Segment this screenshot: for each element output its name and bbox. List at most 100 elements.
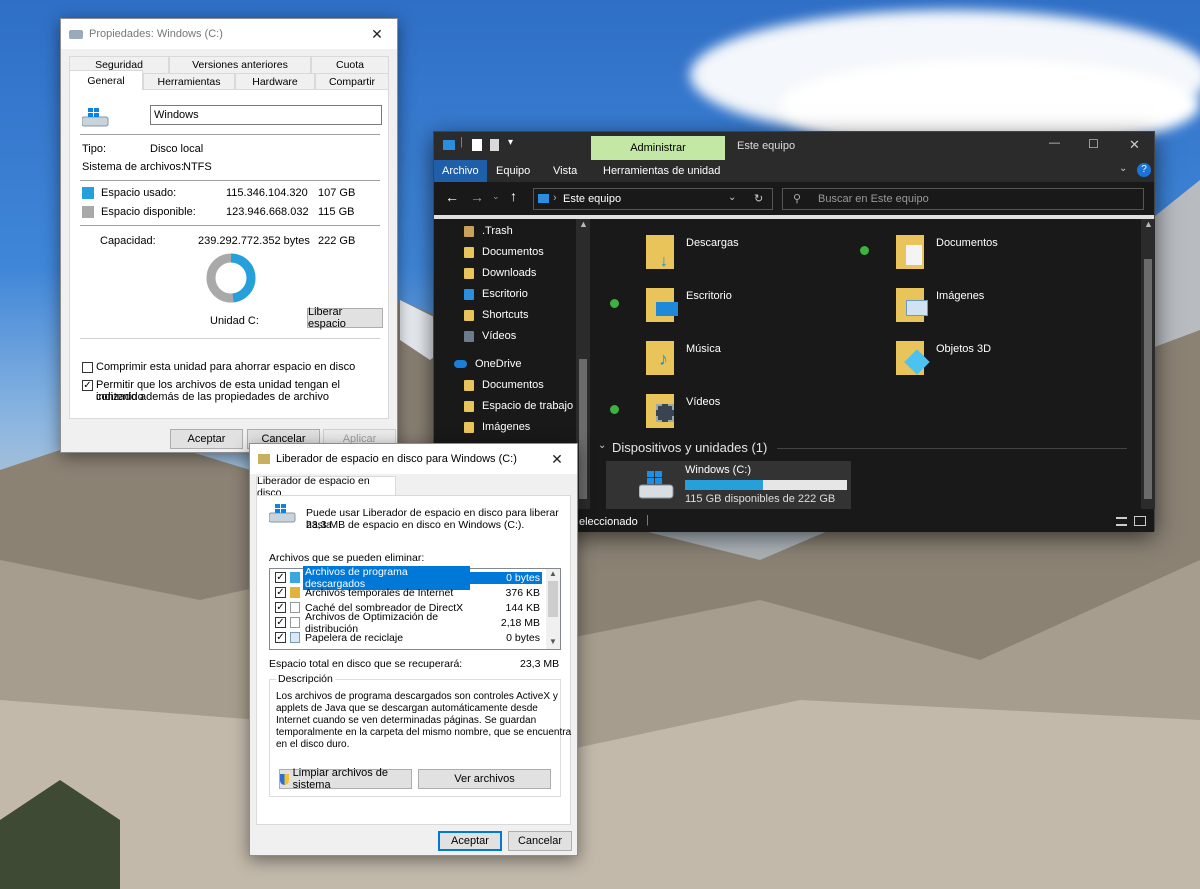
file-checkbox[interactable]: ✓ bbox=[275, 572, 286, 583]
ok-button[interactable]: Aceptar bbox=[438, 831, 502, 851]
new-folder-icon[interactable] bbox=[490, 139, 499, 151]
content-scroll-thumb[interactable] bbox=[1144, 259, 1152, 499]
folder-label-imagenes[interactable]: Imágenes bbox=[936, 290, 984, 302]
nav-item-onedrive-documentos[interactable]: Documentos bbox=[464, 375, 544, 395]
compress-checkbox[interactable] bbox=[82, 362, 93, 373]
folder-musica[interactable]: ♪ bbox=[646, 341, 678, 377]
address-dropdown-icon[interactable]: ⌄ bbox=[728, 192, 736, 203]
nav-item-onedrive[interactable]: OneDrive bbox=[454, 354, 521, 374]
up-arrow-icon[interactable]: ↑ bbox=[510, 188, 517, 204]
nav-scrollbar[interactable]: ▲ bbox=[576, 219, 590, 509]
tiles-view-icon[interactable] bbox=[1134, 516, 1146, 526]
nav-item-shortcuts[interactable]: Shortcuts bbox=[464, 305, 528, 325]
scroll-up-icon[interactable]: ▲ bbox=[549, 569, 557, 578]
ribbon-tab-vista[interactable]: Vista bbox=[545, 160, 585, 182]
folder-objetos-3d[interactable] bbox=[896, 341, 930, 377]
nav-item-trash[interactable]: .Trash bbox=[464, 221, 513, 241]
file-checkbox[interactable]: ✓ bbox=[275, 602, 286, 613]
ribbon-tab-equipo[interactable]: Equipo bbox=[488, 160, 538, 182]
nav-item-downloads[interactable]: Downloads bbox=[464, 263, 536, 283]
breadcrumb-chevron-icon: › bbox=[553, 192, 557, 204]
nav-item-imagenes[interactable]: Imágenes bbox=[464, 417, 530, 437]
computer-icon bbox=[538, 194, 549, 203]
refresh-icon[interactable]: ↻ bbox=[754, 192, 763, 205]
folder-escritorio[interactable] bbox=[646, 288, 678, 324]
tab-hardware[interactable]: Hardware bbox=[235, 73, 315, 90]
folder-label-videos[interactable]: Vídeos bbox=[686, 396, 720, 408]
nav-label: Escritorio bbox=[482, 288, 528, 300]
capacity-gb: 222 GB bbox=[318, 235, 356, 247]
folder-label-documentos[interactable]: Documentos bbox=[936, 237, 998, 249]
scroll-up-icon[interactable]: ▲ bbox=[579, 219, 588, 229]
search-input[interactable]: ⚲ Buscar en Este equipo bbox=[782, 188, 1144, 210]
file-checkbox[interactable]: ✓ bbox=[275, 632, 286, 643]
maximize-icon[interactable]: ☐ bbox=[1088, 137, 1099, 151]
folder-imagenes[interactable] bbox=[896, 288, 928, 324]
list-item[interactable]: ✓ Archivos de programa descargados 0 byt… bbox=[270, 565, 544, 590]
properties-icon[interactable] bbox=[472, 139, 482, 151]
clean-system-files-button[interactable]: Limpiar archivos de sistema bbox=[279, 767, 412, 791]
drive-tile-c[interactable]: Windows (C:) 115 GB disponibles de 222 G… bbox=[606, 461, 851, 509]
devices-header[interactable]: Dispositivos y unidades (1) bbox=[612, 440, 767, 455]
folder-videos[interactable] bbox=[646, 394, 678, 430]
file-size: 376 KB bbox=[505, 586, 540, 599]
music-note-icon: ♪ bbox=[659, 349, 668, 369]
free-space-button[interactable]: Liberar espacio bbox=[307, 306, 383, 330]
view-files-button[interactable]: Ver archivos bbox=[418, 769, 551, 789]
ok-button[interactable]: Aceptar bbox=[170, 429, 243, 449]
file-checkbox[interactable]: ✓ bbox=[275, 587, 286, 598]
folder-documentos[interactable] bbox=[896, 235, 928, 271]
cancel-button[interactable]: Cancelar bbox=[508, 831, 572, 851]
file-checkbox[interactable]: ✓ bbox=[275, 617, 286, 628]
folder-descargas[interactable]: ↓ bbox=[646, 235, 678, 271]
nav-label: OneDrive bbox=[475, 358, 522, 370]
list-item[interactable]: ✓ Archivos de Optimización de distribuci… bbox=[270, 611, 544, 635]
drive-name-input[interactable]: Windows bbox=[150, 105, 382, 125]
folder-icon bbox=[464, 421, 474, 433]
tab-versiones-anteriores[interactable]: Versiones anteriores bbox=[169, 56, 311, 73]
address-bar[interactable]: › Este equipo ⌄ ↻ bbox=[533, 188, 773, 210]
tab-herramientas[interactable]: Herramientas bbox=[143, 73, 235, 90]
minimize-icon[interactable]: — bbox=[1049, 137, 1060, 149]
recycle-bin-icon bbox=[290, 632, 300, 643]
nav-item-videos[interactable]: Vídeos bbox=[464, 326, 516, 346]
back-arrow-icon[interactable]: ← bbox=[445, 189, 459, 205]
ribbon-tab-archivo[interactable]: Archivo bbox=[434, 160, 487, 182]
general-panel: Windows Tipo: Disco local Sistema de arc… bbox=[69, 89, 389, 419]
folder-label-escritorio[interactable]: Escritorio bbox=[686, 290, 732, 302]
folder-label-musica[interactable]: Música bbox=[686, 343, 721, 355]
scroll-up-icon[interactable]: ▲ bbox=[1144, 219, 1153, 229]
close-icon[interactable]: ✕ bbox=[537, 444, 577, 474]
tab-general[interactable]: General bbox=[69, 70, 143, 90]
manage-context-tab[interactable]: Administrar bbox=[591, 136, 725, 160]
recent-chevron-icon[interactable]: ⌄ bbox=[492, 191, 500, 202]
ribbon-expand-chevron-icon[interactable]: ⌄ bbox=[1119, 163, 1127, 174]
nav-scroll-thumb[interactable] bbox=[579, 359, 587, 499]
help-icon[interactable]: ? bbox=[1137, 163, 1151, 177]
group-collapse-chevron-icon[interactable]: ⌄ bbox=[598, 440, 606, 451]
tab-compartir[interactable]: Compartir bbox=[315, 73, 389, 90]
nav-item-documentos[interactable]: Documentos bbox=[464, 242, 544, 262]
files-scrollbar[interactable]: ▲ ▼ bbox=[546, 569, 560, 649]
details-view-icon[interactable] bbox=[1116, 517, 1127, 526]
folder-label-objetos-3d[interactable]: Objetos 3D bbox=[936, 343, 991, 355]
forward-arrow-icon[interactable]: → bbox=[470, 189, 484, 205]
nav-item-espacio-trabajo[interactable]: Espacio de trabajo bbox=[464, 396, 573, 416]
nav-label: Shortcuts bbox=[482, 309, 529, 321]
content-scrollbar[interactable]: ▲ bbox=[1141, 219, 1155, 509]
tab-liberador[interactable]: Liberador de espacio en disco bbox=[256, 475, 396, 499]
scroll-down-icon[interactable]: ▼ bbox=[549, 637, 557, 646]
list-item[interactable]: ✓ Papelera de reciclaje 0 bytes bbox=[270, 630, 544, 645]
index-checkbox[interactable]: ✓ bbox=[82, 380, 93, 391]
nav-item-escritorio[interactable]: Escritorio bbox=[464, 284, 528, 304]
tab-cuota[interactable]: Cuota bbox=[311, 56, 389, 73]
close-icon[interactable]: ✕ bbox=[357, 19, 397, 49]
ribbon-tab-herramientas-unidad[interactable]: Herramientas de unidad bbox=[595, 160, 728, 182]
shield-icon bbox=[280, 773, 289, 785]
list-item[interactable]: ✓ Archivos temporales de Internet 376 KB bbox=[270, 585, 544, 600]
folder-label-descargas[interactable]: Descargas bbox=[686, 237, 739, 249]
customize-chevron-icon[interactable]: ▾ bbox=[508, 137, 513, 148]
divider bbox=[80, 338, 380, 339]
files-scroll-thumb[interactable] bbox=[548, 581, 558, 617]
close-icon[interactable]: ✕ bbox=[1129, 137, 1140, 153]
